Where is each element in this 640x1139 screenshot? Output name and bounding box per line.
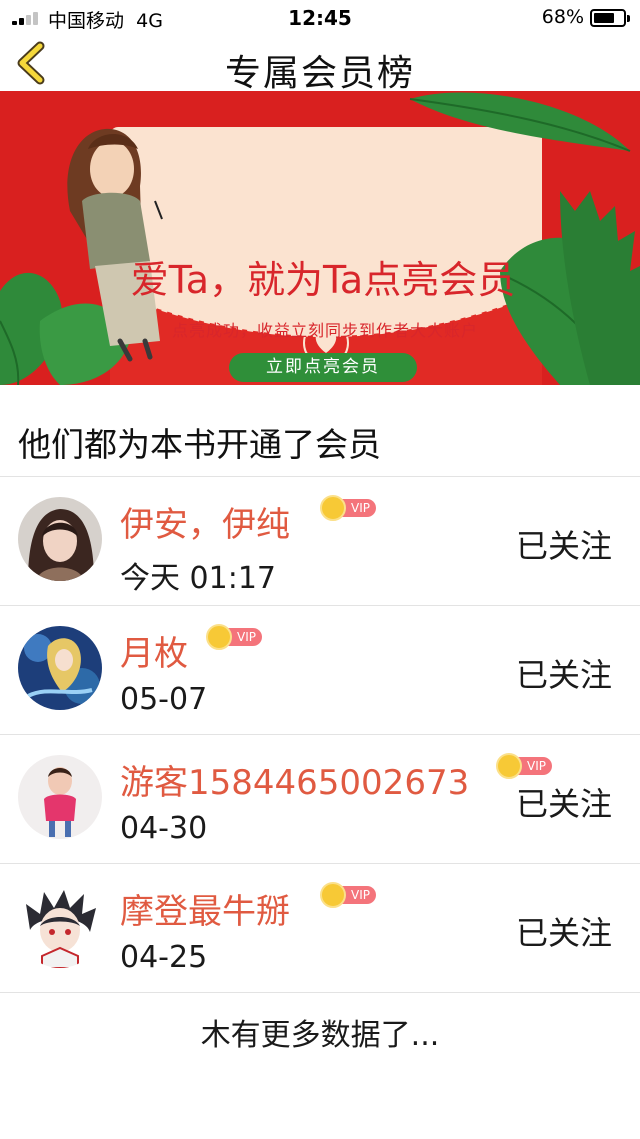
crown-icon [206, 624, 232, 650]
avatar[interactable] [18, 626, 102, 710]
vip-badge: VIP [206, 624, 262, 650]
follow-button[interactable]: 已关注 [516, 908, 612, 954]
avatar-anime-art [18, 626, 102, 710]
follow-button[interactable]: 已关注 [516, 521, 612, 567]
follow-button[interactable]: 已关注 [516, 650, 612, 696]
banner-headline: 爱Ta，就为Ta点亮会员 [130, 258, 516, 302]
member-row[interactable]: 游客1584465002673 VIP 04-30 已关注 [0, 735, 640, 863]
member-date: 05-07 [120, 682, 208, 717]
avatar-anime-boy [18, 884, 102, 968]
light-up-membership-button[interactable]: 立即点亮会员 [229, 353, 417, 382]
promo-banner[interactable]: 爱Ta，就为Ta点亮会员 点亮成功，收益立刻同步到作者大大账户 立即点亮会员 [0, 91, 640, 385]
member-name: 伊安，伊纯 [120, 505, 290, 545]
crown-icon [320, 495, 346, 521]
crown-icon [496, 753, 522, 779]
member-date: 04-30 [120, 811, 208, 846]
member-row[interactable]: 摩登最牛掰 VIP 04-25 已关注 [0, 864, 640, 992]
divider [0, 992, 640, 993]
member-date: 今天 01:17 [120, 561, 276, 596]
vip-badge: VIP [496, 753, 552, 779]
avatar-photo-child [18, 755, 102, 839]
member-name: 月枚 [120, 634, 188, 674]
member-date: 04-25 [120, 940, 208, 975]
vip-badge: VIP [320, 495, 376, 521]
member-row[interactable]: 伊安，伊纯 VIP 今天 01:17 已关注 [0, 477, 640, 605]
no-more-data-note: 木有更多数据了... [200, 1018, 440, 1053]
member-row[interactable]: 月枚 VIP 05-07 已关注 [0, 606, 640, 734]
avatar[interactable] [18, 755, 102, 839]
status-bar: 中国移动 4G 12:45 68% [0, 0, 640, 36]
nav-bar: 专属会员榜 [0, 36, 640, 94]
section-title: 他们都为本书开通了会员 [18, 425, 381, 464]
follow-button[interactable]: 已关注 [516, 779, 612, 825]
avatar-photo-girl [18, 497, 102, 581]
member-name: 摩登最牛掰 [120, 892, 290, 932]
banner-subtitle: 点亮成功，收益立刻同步到作者大大账户 [171, 321, 478, 340]
battery-icon [590, 9, 630, 27]
battery-percent: 68% [541, 6, 584, 28]
page-title: 专属会员榜 [224, 53, 415, 94]
member-name: 游客1584465002673 [120, 763, 470, 803]
avatar[interactable] [18, 884, 102, 968]
vip-badge: VIP [320, 882, 376, 908]
avatar[interactable] [18, 497, 102, 581]
crown-icon [320, 882, 346, 908]
